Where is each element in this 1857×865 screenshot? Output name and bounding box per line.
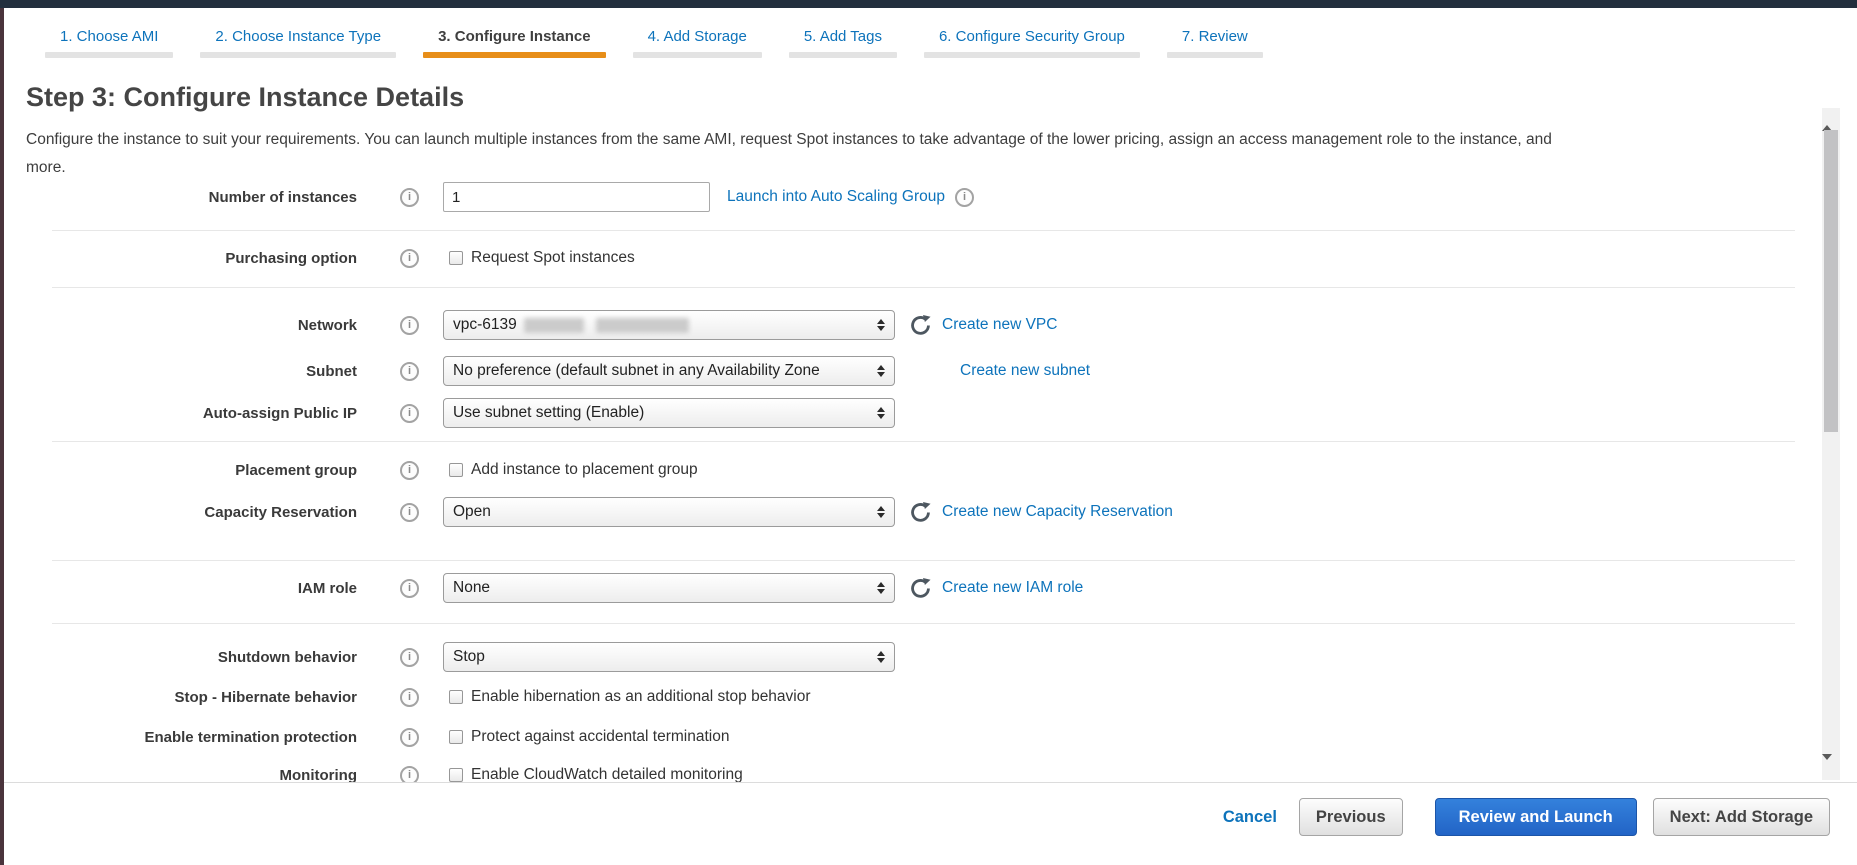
create-new-subnet-link[interactable]: Create new subnet	[960, 362, 1090, 380]
auto-assign-public-ip-row: Auto-assign Public IP i Use subnet setti…	[40, 398, 1787, 428]
create-new-iam-role-link[interactable]: Create new IAM role	[942, 579, 1083, 597]
monitoring-label: Monitoring	[40, 767, 357, 783]
select-arrows-icon	[877, 407, 885, 419]
description-line1: Configure the instance to suit your requ…	[26, 131, 1552, 148]
section-divider	[52, 287, 1795, 288]
scroll-down-icon[interactable]	[1822, 760, 1840, 778]
console-header-bar	[0, 0, 1857, 8]
select-arrows-icon	[877, 365, 885, 377]
footer-actions: Cancel Previous Review and Launch Next: …	[1223, 798, 1830, 836]
termination-protection-label: Enable termination protection	[40, 729, 357, 746]
next-add-storage-button[interactable]: Next: Add Storage	[1653, 798, 1830, 836]
termination-protection-row: Enable termination protection i Protect …	[40, 722, 1787, 752]
purchasing-option-row: Purchasing option i Request Spot instanc…	[40, 243, 1787, 273]
create-new-vpc-link[interactable]: Create new VPC	[942, 316, 1057, 334]
checkbox-label: Protect against accidental termination	[471, 728, 729, 746]
refresh-icon[interactable]	[909, 577, 932, 600]
purchasing-option-label: Purchasing option	[40, 250, 357, 267]
info-icon[interactable]: i	[400, 728, 419, 747]
iam-role-label: IAM role	[40, 580, 357, 597]
info-icon[interactable]: i	[400, 688, 419, 707]
shutdown-behavior-select-value: Stop	[453, 648, 485, 666]
auto-assign-public-ip-label: Auto-assign Public IP	[40, 405, 357, 422]
info-icon[interactable]: i	[400, 188, 419, 207]
hibernation-checkbox[interactable]	[449, 690, 463, 704]
network-label: Network	[40, 317, 357, 334]
window-side-strip	[0, 0, 4, 865]
info-icon[interactable]: i	[400, 316, 419, 335]
section-divider	[52, 441, 1795, 442]
scrollbar-thumb[interactable]	[1824, 130, 1838, 432]
vertical-scrollbar[interactable]	[1822, 108, 1840, 780]
create-new-capacity-reservation-link[interactable]: Create new Capacity Reservation	[942, 503, 1173, 521]
auto-assign-public-ip-select[interactable]: Use subnet setting (Enable)	[443, 398, 895, 428]
section-divider	[52, 623, 1795, 624]
section-divider	[52, 230, 1795, 231]
scrollable-form-area: Configure the instance to suit your requ…	[0, 0, 1857, 782]
placement-group-row: Placement group i Add instance to placem…	[40, 455, 1787, 485]
checkbox-label: Request Spot instances	[471, 249, 635, 267]
checkbox-label: Enable CloudWatch detailed monitoring	[471, 766, 743, 782]
iam-role-row: IAM role i None Create new IAM role	[40, 573, 1787, 603]
network-select-value: vpc-6139	[453, 316, 517, 334]
subnet-select[interactable]: No preference (default subnet in any Ava…	[443, 356, 895, 386]
capacity-reservation-select-value: Open	[453, 503, 491, 521]
info-icon[interactable]: i	[400, 766, 419, 783]
redacted-text	[524, 318, 584, 333]
info-icon[interactable]: i	[400, 503, 419, 522]
placement-group-checkbox[interactable]	[449, 463, 463, 477]
capacity-reservation-row: Capacity Reservation i Open Create new C…	[40, 497, 1787, 527]
info-icon[interactable]: i	[400, 362, 419, 381]
cancel-link[interactable]: Cancel	[1223, 808, 1277, 827]
shutdown-behavior-row: Shutdown behavior i Stop	[40, 642, 1787, 672]
checkbox-label: Add instance to placement group	[471, 461, 698, 479]
footer-divider	[0, 782, 1857, 783]
auto-assign-public-ip-select-value: Use subnet setting (Enable)	[453, 404, 644, 422]
info-icon[interactable]: i	[400, 648, 419, 667]
termination-protection-checkbox[interactable]	[449, 730, 463, 744]
subnet-label: Subnet	[40, 363, 357, 380]
section-divider	[52, 560, 1795, 561]
request-spot-instances-checkbox[interactable]	[449, 251, 463, 265]
number-of-instances-row: Number of instances i Launch into Auto S…	[40, 182, 1787, 212]
scroll-up-icon[interactable]	[1822, 108, 1840, 126]
subnet-row: Subnet i No preference (default subnet i…	[40, 356, 1787, 386]
stop-hibernate-row: Stop - Hibernate behavior i Enable hiber…	[40, 682, 1787, 712]
redacted-text	[596, 318, 689, 333]
description-line2: more.	[26, 159, 66, 176]
checkbox-label: Enable hibernation as an additional stop…	[471, 688, 811, 706]
select-arrows-icon	[877, 319, 885, 331]
number-of-instances-input[interactable]	[443, 182, 710, 212]
review-and-launch-button[interactable]: Review and Launch	[1435, 798, 1637, 836]
shutdown-behavior-select[interactable]: Stop	[443, 642, 895, 672]
refresh-icon[interactable]	[909, 501, 932, 524]
info-icon[interactable]: i	[955, 188, 974, 207]
cloudwatch-monitoring-checkbox[interactable]	[449, 768, 463, 782]
info-icon[interactable]: i	[400, 249, 419, 268]
monitoring-row: Monitoring i Enable CloudWatch detailed …	[40, 760, 1787, 782]
launch-into-asg-link[interactable]: Launch into Auto Scaling Group	[727, 188, 945, 206]
network-select[interactable]: vpc-6139	[443, 310, 895, 340]
network-row: Network i vpc-6139 Create new VPC	[40, 310, 1787, 340]
previous-button[interactable]: Previous	[1299, 798, 1403, 836]
select-arrows-icon	[877, 651, 885, 663]
info-icon[interactable]: i	[400, 579, 419, 598]
page-description: Configure the instance to suit your requ…	[26, 126, 1820, 182]
select-arrows-icon	[877, 506, 885, 518]
number-of-instances-label: Number of instances	[40, 189, 357, 206]
shutdown-behavior-label: Shutdown behavior	[40, 649, 357, 666]
iam-role-select[interactable]: None	[443, 573, 895, 603]
info-icon[interactable]: i	[400, 404, 419, 423]
iam-role-select-value: None	[453, 579, 490, 597]
placement-group-label: Placement group	[40, 462, 357, 479]
stop-hibernate-label: Stop - Hibernate behavior	[40, 689, 357, 706]
info-icon[interactable]: i	[400, 461, 419, 480]
capacity-reservation-label: Capacity Reservation	[40, 504, 357, 521]
refresh-icon[interactable]	[909, 314, 932, 337]
capacity-reservation-select[interactable]: Open	[443, 497, 895, 527]
subnet-select-value: No preference (default subnet in any Ava…	[453, 362, 820, 380]
select-arrows-icon	[877, 582, 885, 594]
